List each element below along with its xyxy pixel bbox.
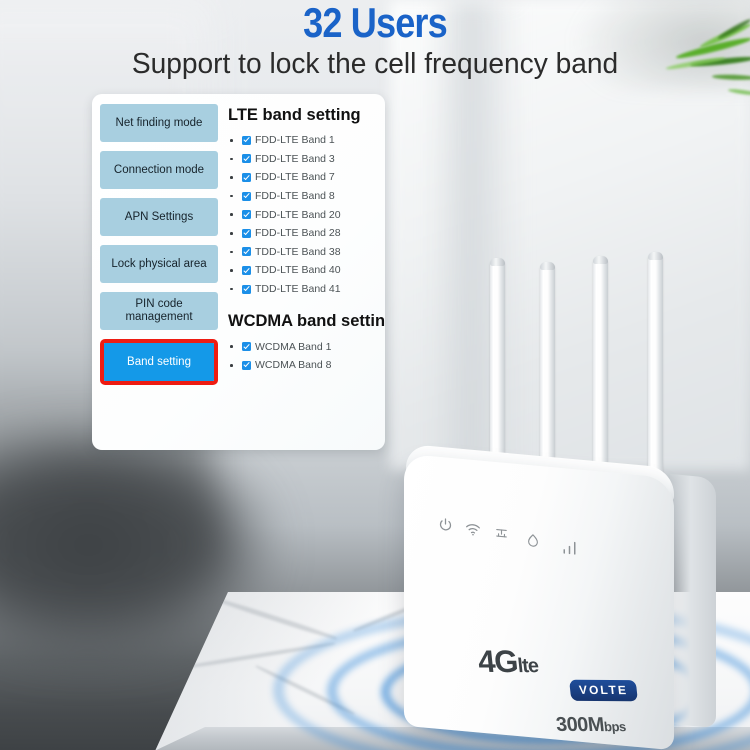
band-label: TDD-LTE Band 40	[255, 264, 341, 277]
router-body	[404, 453, 674, 750]
checkbox-checked-icon[interactable]	[242, 247, 251, 257]
band-settings-column: LTE band setting FDD-LTE Band 1 FDD-LTE B…	[226, 100, 385, 375]
speed-value: 300M	[554, 713, 606, 737]
checkbox-checked-icon[interactable]	[242, 154, 251, 164]
bullet-icon	[230, 139, 233, 142]
checkbox-checked-icon[interactable]	[242, 228, 251, 238]
bullet-icon	[230, 213, 233, 216]
sidebar-item-lock-physical-area[interactable]: Lock physical area	[100, 245, 218, 283]
sidebar-item-net-finding-mode[interactable]: Net finding mode	[100, 104, 218, 142]
bullet-icon	[230, 345, 233, 348]
volte-badge: VOLTE	[569, 679, 639, 702]
checkbox-checked-icon[interactable]	[242, 135, 251, 145]
band-list-item[interactable]: TDD-LTE Band 41	[226, 280, 385, 299]
antenna-4	[648, 252, 663, 484]
band-label: WCDMA Band 8	[255, 359, 332, 372]
band-list-item[interactable]: FDD-LTE Band 7	[226, 168, 385, 187]
checkbox-checked-icon[interactable]	[242, 265, 251, 275]
antenna-2	[540, 262, 555, 478]
sidebar-item-label: Band setting	[104, 343, 214, 381]
antenna-3	[593, 256, 608, 480]
band-list-item[interactable]: TDD-LTE Band 38	[226, 243, 385, 262]
band-label: FDD-LTE Band 3	[255, 152, 335, 165]
sidebar-item-label: Connection mode	[113, 163, 205, 176]
lte-band-list: FDD-LTE Band 1 FDD-LTE Band 3 FDD-LTE Band…	[226, 131, 385, 298]
speed-label: 300Mbps	[555, 714, 627, 738]
band-label: FDD-LTE Band 1	[255, 134, 335, 147]
wcdma-band-list: WCDMA Band 1 WCDMA Band 8	[226, 337, 385, 374]
band-list-item[interactable]: FDD-LTE Band 20	[226, 205, 385, 224]
band-label: FDD-LTE Band 20	[255, 208, 341, 221]
speed-unit: bps	[603, 719, 627, 735]
sidebar-item-label: APN Settings	[124, 210, 194, 223]
bullet-icon	[230, 194, 233, 198]
band-list-item[interactable]: TDD-LTE Band 40	[226, 261, 385, 280]
sim-icon	[528, 534, 538, 547]
checkbox-checked-icon[interactable]	[242, 210, 251, 220]
checkbox-checked-icon[interactable]	[242, 191, 251, 201]
band-list-item[interactable]: FDD-LTE Band 8	[226, 187, 385, 206]
brand-logo: 4Glte	[476, 644, 539, 681]
antenna-1	[490, 258, 505, 472]
checkbox-checked-icon[interactable]	[242, 284, 251, 294]
brand-primary-text: 4G	[476, 643, 520, 680]
checkbox-checked-icon[interactable]	[242, 342, 251, 352]
band-label: TDD-LTE Band 38	[255, 245, 341, 258]
router-side-panel	[670, 473, 716, 729]
band-label: TDD-LTE Band 41	[255, 283, 341, 296]
settings-sidebar: Net finding mode Connection mode APN Setti…	[100, 104, 218, 394]
page-subtitle: Support to lock the cell frequency band	[131, 48, 619, 80]
sidebar-item-apn-settings[interactable]: APN Settings	[100, 198, 218, 236]
bullet-icon	[230, 287, 233, 291]
band-label: FDD-LTE Band 7	[255, 171, 335, 184]
checkbox-checked-icon[interactable]	[242, 360, 251, 370]
band-label: WCDMA Band 1	[255, 340, 332, 353]
band-list-item[interactable]: WCDMA Band 8	[226, 356, 385, 375]
checkbox-checked-icon[interactable]	[242, 172, 251, 182]
sidebar-item-label: PIN code management	[125, 298, 193, 323]
power-icon	[439, 518, 452, 531]
band-label: FDD-LTE Band 8	[255, 190, 335, 203]
signal-bars-icon	[563, 541, 576, 555]
band-settings-panel: Net finding mode Connection mode APN Setti…	[92, 94, 385, 450]
bullet-icon	[230, 363, 233, 367]
sidebar-item-pin-code-management[interactable]: PIN code management	[100, 292, 218, 330]
band-label: FDD-LTE Band 28	[255, 227, 341, 240]
sidebar-item-band-setting[interactable]: Band setting	[100, 339, 218, 385]
lte-section-heading: LTE band setting	[228, 106, 361, 124]
band-list-item[interactable]: FDD-LTE Band 1	[226, 131, 385, 150]
sidebar-item-label: Lock physical area	[111, 257, 207, 270]
band-list-item[interactable]: FDD-LTE Band 28	[226, 224, 385, 243]
band-list-item[interactable]: WCDMA Band 1	[226, 337, 385, 356]
brand-secondary-text: lte	[516, 655, 540, 678]
band-list-item[interactable]: FDD-LTE Band 3	[226, 150, 385, 169]
router-product-photo: 4Glte VOLTE 300Mbps	[392, 250, 722, 750]
page-title: 32 Users	[303, 0, 448, 46]
bullet-icon	[230, 157, 233, 161]
wifi-icon	[466, 524, 480, 536]
headline-block: 32 Users Support to lock the cell freque…	[0, 0, 750, 81]
wcdma-section-heading: WCDMA band settin	[228, 312, 385, 331]
lan-icon	[496, 529, 507, 538]
bullet-icon	[230, 269, 233, 272]
bullet-icon	[230, 250, 233, 254]
bullet-icon	[230, 176, 233, 179]
bullet-icon	[230, 231, 233, 235]
sidebar-item-label: Net finding mode	[115, 116, 203, 129]
sidebar-item-connection-mode[interactable]: Connection mode	[100, 151, 218, 189]
